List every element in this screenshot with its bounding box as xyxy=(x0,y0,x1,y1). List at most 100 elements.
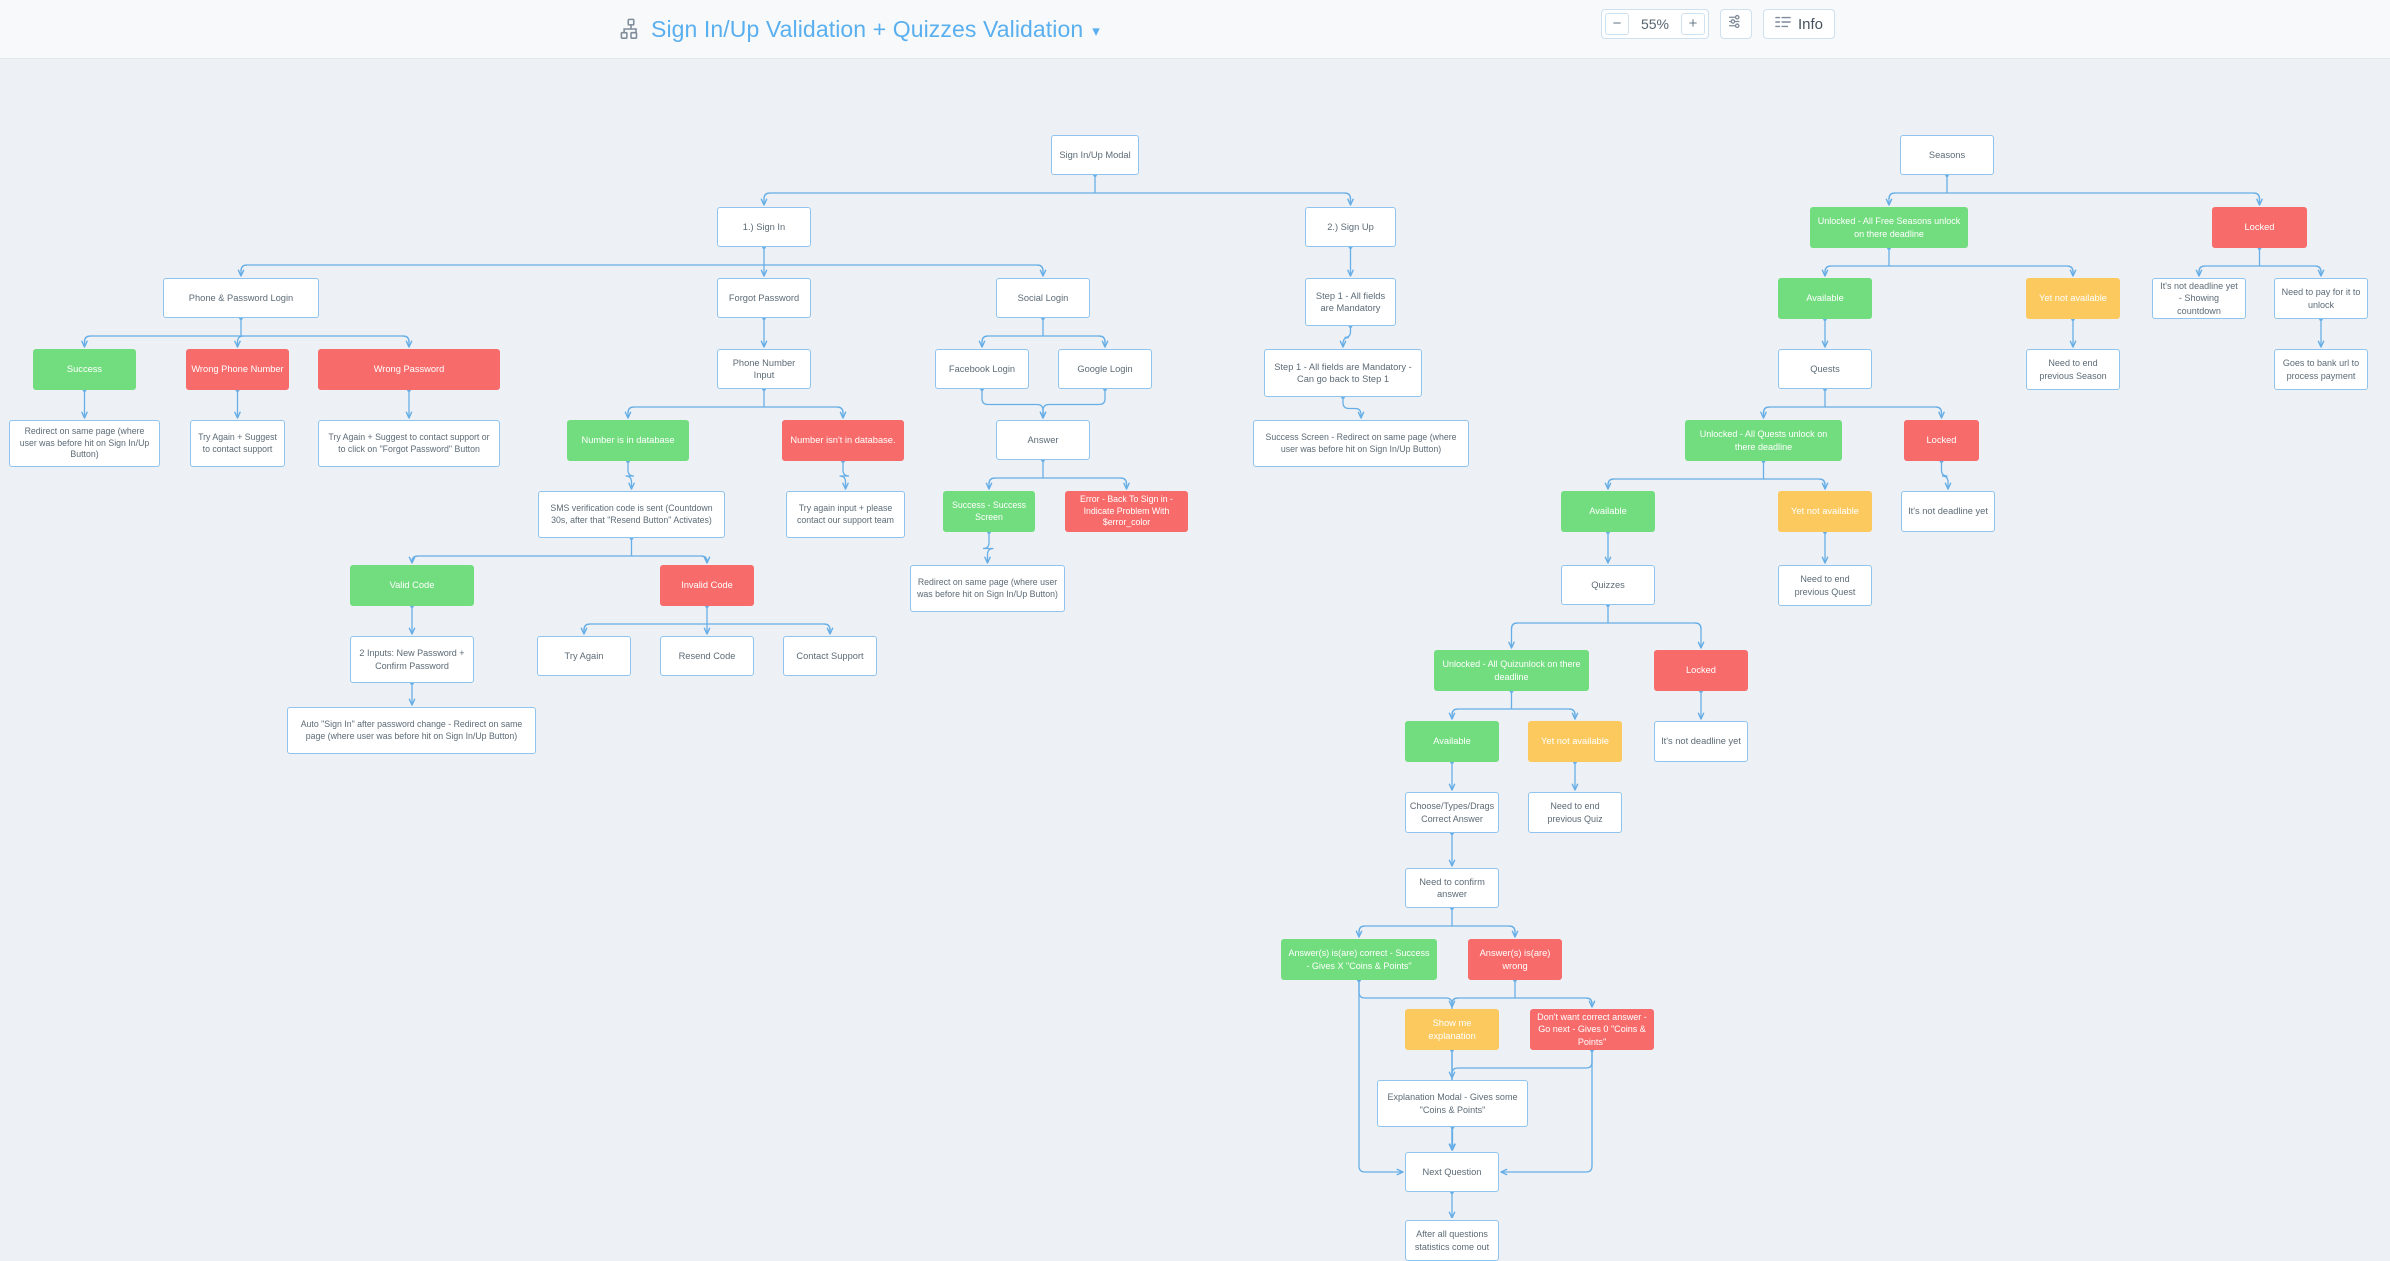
flow-node-redirect1[interactable]: Redirect on same page (where user was be… xyxy=(9,420,160,467)
flow-node-tryagain1[interactable]: Try Again + Suggest to contact support xyxy=(190,420,285,467)
flow-node-label: Choose/Types/Drags Correct Answer xyxy=(1409,801,1495,824)
flow-node-seasonunlock[interactable]: Unlocked - All Free Seasons unlock on th… xyxy=(1810,207,1968,248)
flow-node-label: Answer(s) is(are) wrong xyxy=(1479,948,1551,971)
flow-node-questunlock[interactable]: Unlocked - All Quests unlock on there de… xyxy=(1685,420,1842,461)
flow-node-seasonlocked[interactable]: Locked xyxy=(2212,207,2307,248)
connector xyxy=(1451,708,1459,716)
toolbar-right-controls: − 55% + Info xyxy=(1600,9,1835,39)
flow-node-needendquiz[interactable]: Need to end previous Quiz xyxy=(1528,792,1622,833)
connector xyxy=(234,335,244,348)
sliders-icon xyxy=(1727,13,1744,35)
info-button[interactable]: Info xyxy=(1762,9,1835,39)
flow-node-showexpl[interactable]: Show me explanation xyxy=(1405,1009,1499,1050)
connector xyxy=(1358,925,1366,933)
connector xyxy=(1358,980,1404,1176)
flow-node-redirect2[interactable]: Redirect on same page (where user was be… xyxy=(910,565,1065,612)
flow-node-tryagain2[interactable]: Try Again + Suggest to contact support o… xyxy=(318,420,500,467)
flow-node-confirmanswer[interactable]: Need to confirm answer xyxy=(1405,868,1499,908)
document-title-group[interactable]: Sign In/Up Validation + Quizzes Validati… xyxy=(620,9,1100,49)
flow-node-signup[interactable]: 2.) Sign Up xyxy=(1305,207,1396,247)
connector xyxy=(1940,461,1952,490)
flow-node-twoinputs[interactable]: 2 Inputs: New Password + Confirm Passwor… xyxy=(350,636,474,683)
settings-button[interactable] xyxy=(1719,9,1752,39)
flow-node-tryagain3[interactable]: Try Again xyxy=(537,636,631,676)
flow-node-label: Unlocked - All Free Seasons unlock on th… xyxy=(1817,216,1961,239)
flow-node-label: Google Login xyxy=(1077,363,1133,374)
flow-node-seasonyet[interactable]: Yet not available xyxy=(2026,278,2120,319)
flow-node-questyet[interactable]: Yet not available xyxy=(1778,491,1872,532)
flow-node-step1a[interactable]: Step 1 - All fields are Mandatory xyxy=(1305,278,1396,326)
connector xyxy=(1824,265,1832,273)
flow-node-social[interactable]: Social Login xyxy=(996,278,1090,318)
flow-node-errback[interactable]: Error - Back To Sign in - Indicate Probl… xyxy=(1065,491,1188,532)
flow-node-success1[interactable]: Success xyxy=(33,349,136,390)
flow-node-signin[interactable]: 1.) Sign In xyxy=(717,207,811,247)
flow-node-label: Unlocked - All Quests unlock on there de… xyxy=(1699,429,1828,452)
flow-node-resendcode[interactable]: Resend Code xyxy=(660,636,754,676)
flow-node-label: Try again input + please contact our sup… xyxy=(797,502,894,525)
flow-node-label: Locked xyxy=(1686,665,1716,676)
flow-node-label: Available xyxy=(1433,736,1471,747)
flow-node-googlelogin[interactable]: Google Login xyxy=(1058,349,1152,389)
flow-node-numindb[interactable]: Number is in database xyxy=(567,420,689,461)
flow-node-label: Answer xyxy=(1027,434,1059,445)
flow-node-smscode[interactable]: SMS verification code is sent (Countdown… xyxy=(538,491,725,538)
flow-node-quizlocked[interactable]: Locked xyxy=(1654,650,1748,691)
flow-node-label: Step 1 - All fields are Mandatory xyxy=(1315,290,1386,313)
flow-node-root[interactable]: Sign In/Up Modal xyxy=(1051,135,1139,175)
flow-node-label: Success - Success Screen xyxy=(951,499,1027,522)
flow-node-step1b[interactable]: Step 1 - All fields are Mandatory - Can … xyxy=(1264,349,1422,397)
chevron-down-icon[interactable]: ▾ xyxy=(1092,20,1100,39)
flow-node-successscreen1[interactable]: Success Screen - Redirect on same page (… xyxy=(1253,420,1469,467)
flow-node-questlocked[interactable]: Locked xyxy=(1904,420,1979,461)
flow-node-quizunlock[interactable]: Unlocked - All Quizunlock on there deadl… xyxy=(1434,650,1589,691)
zoom-in-button[interactable]: + xyxy=(1680,13,1705,35)
flow-node-quizavail[interactable]: Available xyxy=(1405,721,1499,762)
flow-node-questavail[interactable]: Available xyxy=(1561,491,1655,532)
flow-node-bankurl[interactable]: Goes to bank url to process payment xyxy=(2274,349,2368,390)
flow-node-afterall[interactable]: After all questions statistics come out xyxy=(1405,1220,1499,1261)
flow-node-notdeadline1[interactable]: It's not deadline yet - Showing countdow… xyxy=(2152,278,2246,319)
flow-node-contactsupport[interactable]: Contact Support xyxy=(783,636,877,676)
connector xyxy=(240,264,248,272)
flow-node-label: Forgot Password xyxy=(728,292,800,303)
flow-node-answerwrong[interactable]: Answer(s) is(are) wrong xyxy=(1468,939,1562,980)
flow-node-phoneinput[interactable]: Phone Number Input xyxy=(717,349,811,389)
flow-node-answercorrect[interactable]: Answer(s) is(are) correct - Success - Gi… xyxy=(1281,939,1437,980)
flow-node-quizyet[interactable]: Yet not available xyxy=(1528,721,1622,762)
flow-node-forgotpw[interactable]: Forgot Password xyxy=(717,278,811,318)
flow-node-autosignin[interactable]: Auto "Sign In" after password change - R… xyxy=(287,707,536,754)
flow-node-wrongpw[interactable]: Wrong Password xyxy=(318,349,500,390)
flow-node-label: Contact Support xyxy=(796,650,864,661)
flow-node-tryagaininput[interactable]: Try again input + please contact our sup… xyxy=(786,491,905,538)
flow-node-quizzes[interactable]: Quizzes xyxy=(1561,565,1655,605)
flow-node-successsuccess[interactable]: Success - Success Screen xyxy=(943,491,1035,532)
flowchart-canvas[interactable]: Sign In/Up Modal 1.) Sign In 2.) Sign Up Ph… xyxy=(0,59,2390,1261)
flow-node-seasonavail[interactable]: Available xyxy=(1778,278,1872,319)
app-toolbar: Sign In/Up Validation + Quizzes Validati… xyxy=(0,0,2390,59)
flow-node-wrongphone[interactable]: Wrong Phone Number xyxy=(186,349,289,390)
flow-node-notdeadline2[interactable]: It's not deadline yet xyxy=(1901,491,1995,532)
flow-node-invalidcode[interactable]: Invalid Code xyxy=(660,565,754,606)
flow-node-label: Error - Back To Sign in - Indicate Probl… xyxy=(1080,493,1173,528)
zoom-out-button[interactable]: − xyxy=(1604,13,1629,35)
flow-node-quests[interactable]: Quests xyxy=(1778,349,1872,389)
flow-node-label: Success Screen - Redirect on same page (… xyxy=(1265,431,1457,454)
flow-node-nextq[interactable]: Next Question xyxy=(1405,1152,1499,1192)
connector xyxy=(1039,389,1106,419)
flow-node-answer[interactable]: Answer xyxy=(996,420,1090,460)
flow-node-choosetypes[interactable]: Choose/Types/Drags Correct Answer xyxy=(1405,792,1499,833)
flow-node-label: Yet not available xyxy=(2039,293,2107,304)
flow-node-fblogin[interactable]: Facebook Login xyxy=(935,349,1029,389)
flow-node-needendquest[interactable]: Need to end previous Quest xyxy=(1778,565,1872,606)
flow-node-dontwant[interactable]: Don't want correct answer - Go next - Gi… xyxy=(1530,1009,1654,1050)
flow-node-validcode[interactable]: Valid Code xyxy=(350,565,474,606)
flow-node-numnotindb[interactable]: Number isn't in database. xyxy=(782,420,904,461)
flow-node-seasons[interactable]: Seasons xyxy=(1900,135,1994,175)
flow-node-notdeadline3[interactable]: It's not deadline yet xyxy=(1654,721,1748,762)
flow-node-needendseason[interactable]: Need to end previous Season xyxy=(2026,349,2120,390)
flow-node-label: Goes to bank url to process payment xyxy=(2282,358,2360,381)
flow-node-needpay[interactable]: Need to pay for it to unlock xyxy=(2274,278,2368,319)
flow-node-explmodal[interactable]: Explanation Modal - Gives some "Coins & … xyxy=(1377,1080,1528,1127)
flow-node-phonepw[interactable]: Phone & Password Login xyxy=(163,278,319,318)
